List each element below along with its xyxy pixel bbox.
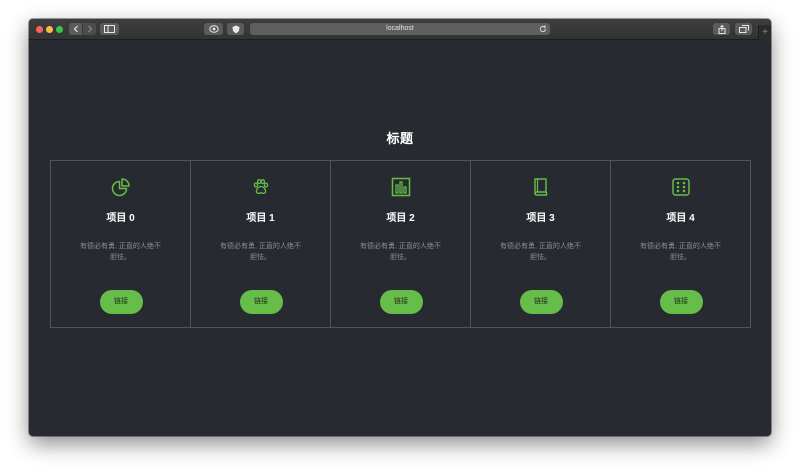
- card-description: 有德必有勇, 正直的人绝不胆怯。: [80, 243, 161, 261]
- card-title: 项目 4: [666, 213, 695, 224]
- tabs-icon: [738, 25, 749, 33]
- share-icon: [718, 24, 725, 34]
- zoom-window-button[interactable]: [56, 26, 63, 33]
- card-title: 项目 2: [386, 213, 415, 224]
- card-item-2: 项目 2 有德必有勇, 正直的人绝不胆怯。 链接: [331, 161, 471, 327]
- chevron-left-icon: [73, 25, 78, 33]
- book-icon: [531, 177, 551, 197]
- card-link-button[interactable]: 链接: [379, 290, 423, 314]
- shield-button[interactable]: [227, 23, 244, 35]
- shield-icon: [232, 25, 239, 33]
- paw-icon: [251, 177, 271, 197]
- share-button[interactable]: [713, 23, 730, 35]
- sidebar-icon: [104, 25, 115, 33]
- card-item-1: 项目 1 有德必有勇, 正直的人绝不胆怯。 链接: [191, 161, 331, 327]
- reload-icon[interactable]: [539, 25, 547, 33]
- back-button[interactable]: [69, 23, 82, 35]
- minimize-window-button[interactable]: [46, 26, 53, 33]
- browser-window: localhost + 标题 项目 0 有德必有勇, 正直的人绝不胆怯。 链接: [29, 19, 771, 436]
- card-description: 有德必有勇, 正直的人绝不胆怯。: [360, 243, 441, 261]
- browser-toolbar: localhost +: [29, 19, 771, 40]
- card-description: 有德必有勇, 正直的人绝不胆怯。: [640, 243, 721, 261]
- card-item-3: 项目 3 有德必有勇, 正直的人绝不胆怯。 链接: [471, 161, 611, 327]
- bar-chart-icon: [391, 177, 411, 197]
- card-link-button[interactable]: 链接: [659, 290, 703, 314]
- chevron-right-icon: [87, 25, 92, 33]
- close-window-button[interactable]: [36, 26, 43, 33]
- card-item-0: 项目 0 有德必有勇, 正直的人绝不胆怯。 链接: [51, 161, 191, 327]
- privacy-report-button[interactable]: [204, 23, 223, 35]
- page-title: 标题: [386, 131, 414, 146]
- card-title: 项目 1: [246, 213, 275, 224]
- card-item-4: 项目 4 有德必有勇, 正直的人绝不胆怯。 链接: [611, 161, 750, 327]
- privacy-icon: [208, 25, 219, 33]
- sidebar-toggle-button[interactable]: [100, 23, 119, 35]
- tab-overview-button[interactable]: [735, 23, 752, 35]
- card-title: 项目 0: [106, 213, 135, 224]
- card-description: 有德必有勇, 正直的人绝不胆怯。: [220, 243, 301, 261]
- card-link-button[interactable]: 链接: [239, 290, 283, 314]
- address-url: localhost: [386, 25, 414, 32]
- card-link-button[interactable]: 链接: [519, 290, 563, 314]
- address-bar[interactable]: localhost: [250, 23, 550, 35]
- new-tab-button[interactable]: +: [758, 25, 771, 40]
- dice-icon: [671, 177, 691, 197]
- card-title: 项目 3: [526, 213, 555, 224]
- card-link-button[interactable]: 链接: [99, 290, 143, 314]
- card-description: 有德必有勇, 正直的人绝不胆怯。: [500, 243, 581, 261]
- card-grid: 项目 0 有德必有勇, 正直的人绝不胆怯。 链接 项目 1 有德必有勇, 正直的…: [50, 160, 751, 328]
- pie-chart-icon: [111, 177, 131, 197]
- forward-button[interactable]: [83, 23, 96, 35]
